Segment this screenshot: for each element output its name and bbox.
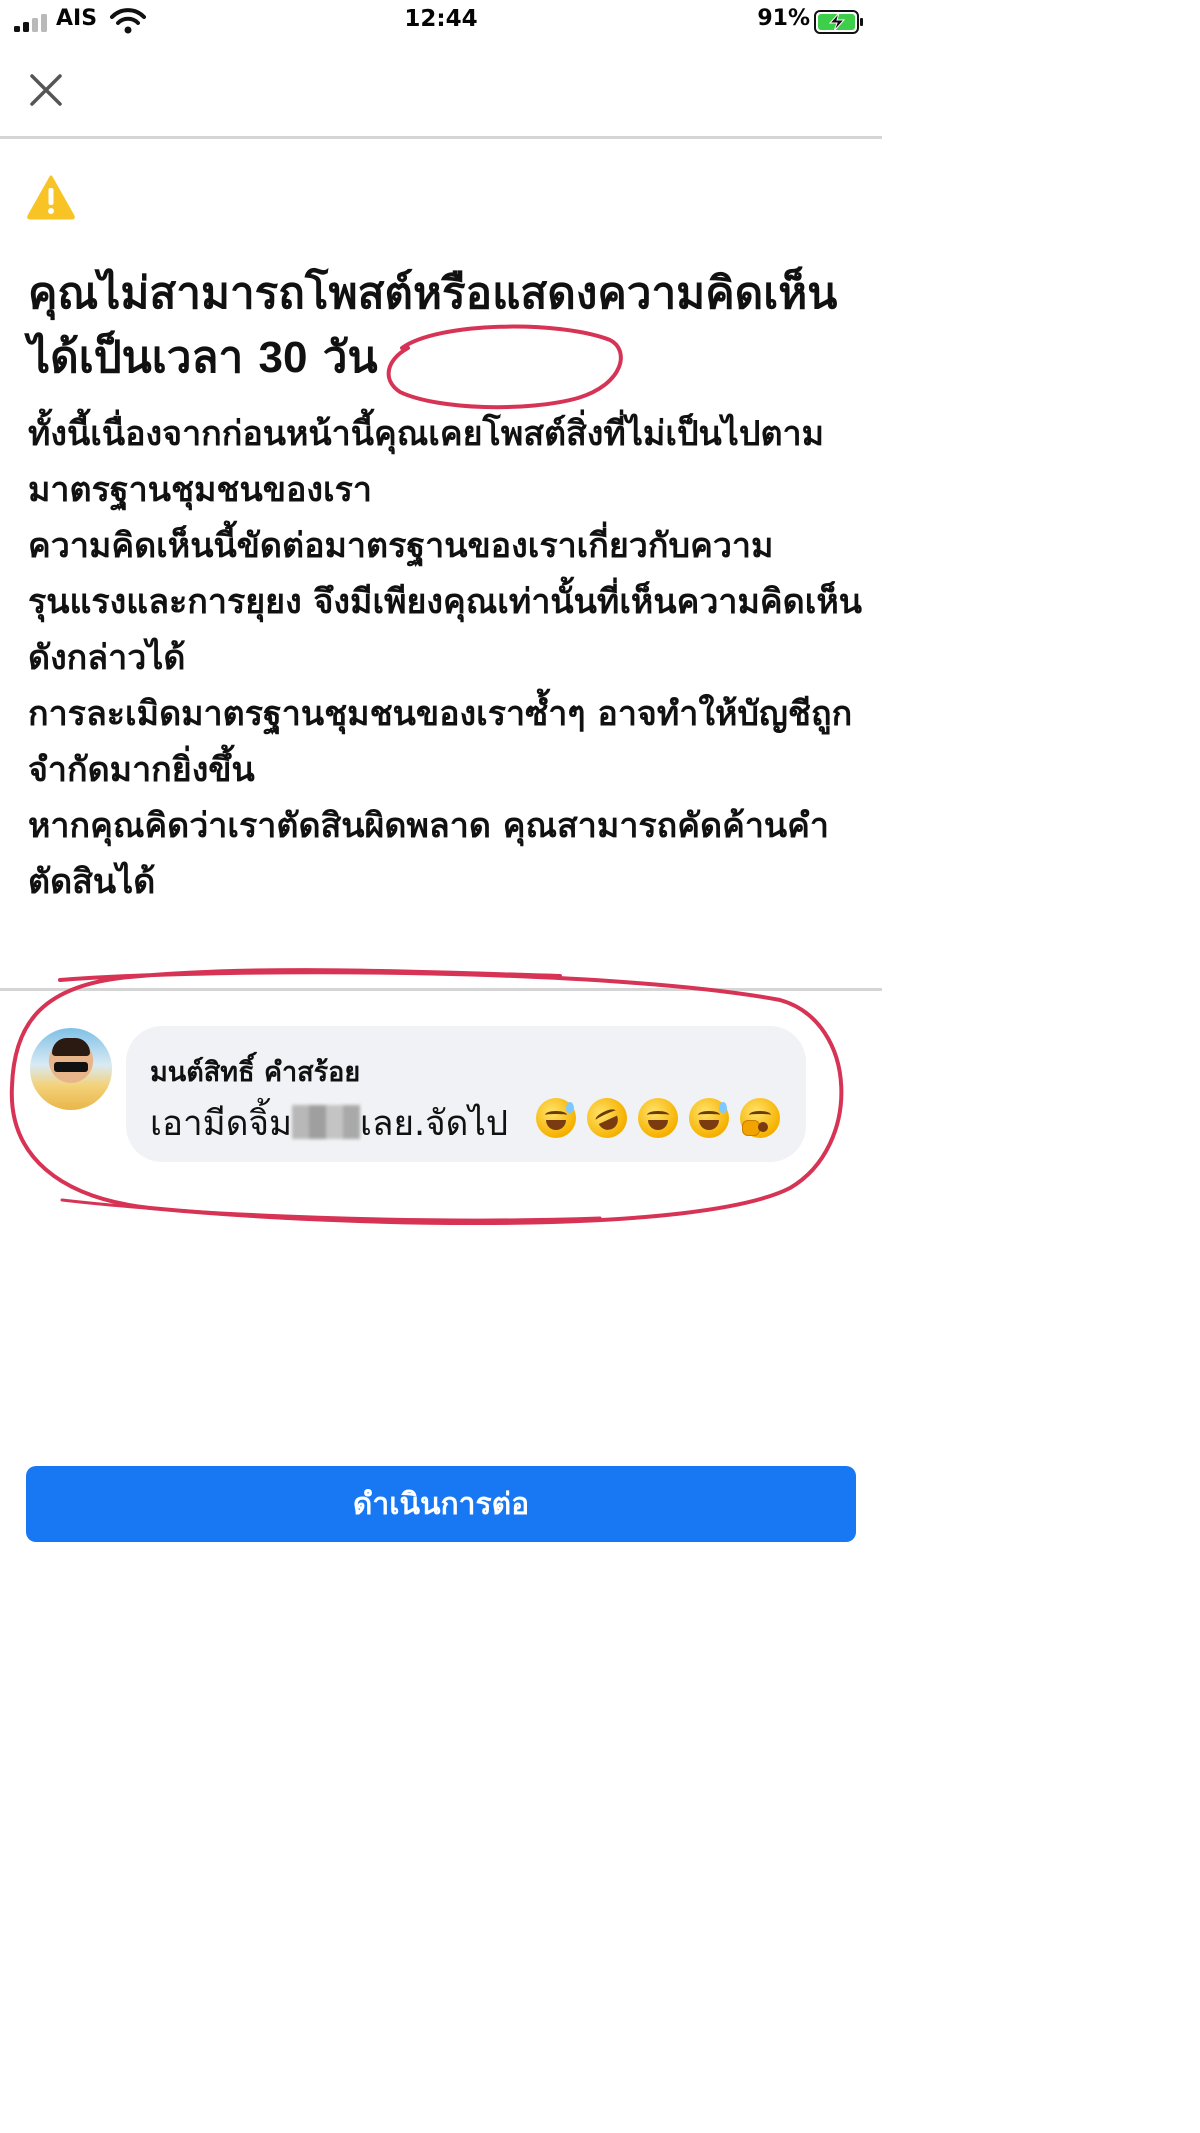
grinning-emoji-icon (638, 1098, 679, 1138)
restriction-days: 30 (258, 333, 308, 382)
headline-text: คุณไม่สามารถโพสต์หรือแสดงความคิดเห็นได้เ… (28, 268, 838, 383)
continue-button[interactable]: ดำเนินการต่อ (26, 1466, 856, 1542)
comment-text: เอามีดจิ้ม เลย.จัดไป (150, 1096, 508, 1151)
avatar (30, 1028, 112, 1110)
explanation-paragraph: หากคุณคิดว่าเราตัดสินผิดพลาด คุณสามารถคั… (28, 806, 829, 902)
restriction-days-unit: วัน (307, 332, 378, 383)
warning-icon (27, 175, 75, 220)
comment-author: มนต์สิทธิ์ คำสร้อย (150, 1057, 361, 1088)
emoji-group (536, 1091, 786, 1145)
comment-text-end: เลย.จัดไป (360, 1104, 509, 1144)
comment-text-start: เอามีดจิ้ม (150, 1104, 293, 1144)
battery-percentage: 91% (757, 6, 810, 31)
close-icon[interactable] (26, 70, 66, 110)
battery-charging-icon (814, 10, 863, 34)
clock: 12:44 (404, 6, 478, 32)
restriction-headline: คุณไม่สามารถโพสต์หรือแสดงความคิดเห็นได้เ… (28, 262, 858, 390)
restriction-explanation: ทั้งนี้เนื่องจากก่อนหน้านี้คุณเคยโพสต์สิ… (28, 406, 868, 910)
yawning-emoji-icon (740, 1098, 781, 1138)
explanation-paragraph: ความคิดเห็นนี้ขัดต่อมาตรฐานของเราเกี่ยวก… (28, 526, 863, 678)
grinning-sweat-emoji-icon (536, 1098, 576, 1138)
status-bar: AIS 12:44 91% (0, 0, 882, 44)
redacted-text-blur (292, 1105, 361, 1139)
header-divider (0, 136, 882, 139)
explanation-paragraph: การละเมิดมาตรฐานชุมชนของเราซ้ำๆ อาจทำให้… (28, 694, 853, 790)
rolling-laughing-emoji-icon (580, 1091, 634, 1145)
section-divider (0, 988, 882, 991)
grinning-sweat-emoji-icon (689, 1098, 730, 1138)
explanation-paragraph: ทั้งนี้เนื่องจากก่อนหน้านี้คุณเคยโพสต์สิ… (28, 414, 825, 510)
